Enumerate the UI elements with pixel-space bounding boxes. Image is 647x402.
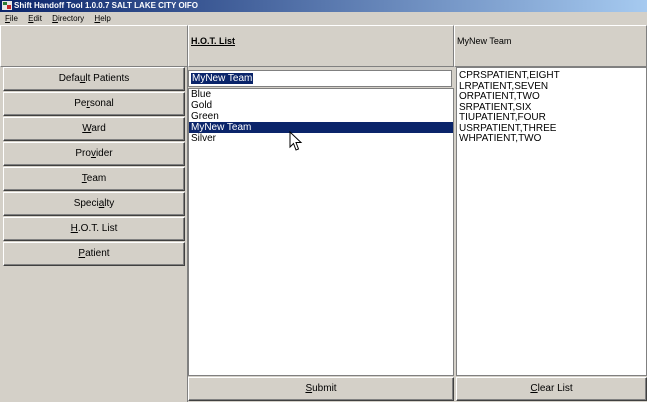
menu-help[interactable]: Help (94, 14, 110, 23)
list-item-blue[interactable]: Blue (189, 89, 453, 100)
window-title: Shift Handoff Tool 1.0.0.7 SALT LAKE CIT… (14, 1, 199, 10)
patient-item[interactable]: WHPATIENT,TWO (457, 134, 646, 145)
submit-button[interactable]: Submit (188, 377, 454, 401)
hot-list-listbox[interactable]: Blue Gold Green MyNew Team Silver (188, 88, 454, 376)
list-item-gold[interactable]: Gold (189, 100, 453, 111)
title-bar: Shift Handoff Tool 1.0.0.7 SALT LAKE CIT… (0, 0, 647, 12)
left-header (0, 25, 188, 67)
nav-provider-button[interactable]: Provider (3, 142, 185, 166)
hot-list-header: H.O.T. List (188, 25, 454, 67)
nav-default-patients-button[interactable]: Default Patients (3, 67, 185, 91)
team-header: MyNew Team (454, 25, 647, 67)
nav-personal-button[interactable]: Personal (3, 92, 185, 116)
team-patient-list[interactable]: CPRSPATIENT,EIGHT LRPATIENT,SEVEN ORPATI… (456, 67, 647, 376)
app-icon (2, 1, 12, 10)
nav-patient-button[interactable]: Patient (3, 242, 185, 266)
hot-list-name-value: MyNew Team (191, 73, 254, 84)
menu-edit[interactable]: Edit (28, 14, 42, 23)
list-item-mynew-team[interactable]: MyNew Team (189, 122, 453, 133)
list-item-green[interactable]: Green (189, 111, 453, 122)
nav-hot-list-button[interactable]: H.O.T. List (3, 217, 185, 241)
patient-item[interactable]: ORPATIENT,TWO (457, 92, 646, 103)
menu-bar: File Edit Directory Help (0, 12, 647, 25)
nav-specialty-button[interactable]: Specialty (3, 192, 185, 216)
list-item-silver[interactable]: Silver (189, 133, 453, 144)
hot-list-name-input[interactable]: MyNew Team (188, 70, 452, 87)
nav-team-button[interactable]: Team (3, 167, 185, 191)
mouse-pointer-icon (289, 130, 303, 153)
menu-directory[interactable]: Directory (52, 14, 84, 23)
team-title: MyNew Team (457, 36, 512, 46)
clear-list-button[interactable]: Clear List (456, 377, 647, 401)
patient-item[interactable]: TIUPATIENT,FOUR (457, 113, 646, 124)
menu-file[interactable]: File (5, 14, 18, 23)
patient-item[interactable]: CPRSPATIENT,EIGHT (457, 71, 646, 82)
hot-list-title: H.O.T. List (191, 36, 236, 46)
nav-ward-button[interactable]: Ward (3, 117, 185, 141)
